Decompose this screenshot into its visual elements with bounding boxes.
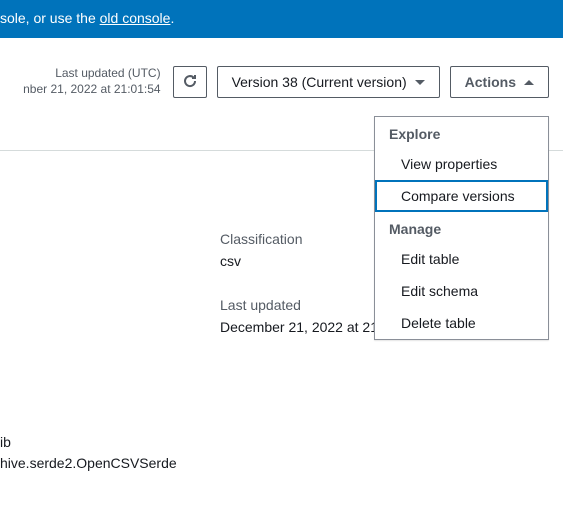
notification-banner: sole, or use the old console. [0, 0, 563, 38]
old-console-link[interactable]: old console [100, 10, 171, 26]
last-updated-label: Last updated (UTC) [23, 66, 160, 82]
version-select-label: Version 38 (Current version) [232, 74, 407, 90]
caret-up-icon [524, 80, 534, 85]
serde-line1: ib [0, 432, 177, 453]
dropdown-item-compare-versions[interactable]: Compare versions [375, 180, 548, 212]
banner-text-suffix: . [170, 10, 174, 26]
dropdown-item-view-properties[interactable]: View properties [375, 148, 548, 180]
dropdown-item-edit-schema[interactable]: Edit schema [375, 275, 548, 307]
dropdown-section-manage: Manage [375, 212, 548, 243]
last-updated-block: Last updated (UTC) nber 21, 2022 at 21:0… [23, 66, 160, 97]
dropdown-item-delete-table[interactable]: Delete table [375, 307, 548, 339]
refresh-icon [182, 73, 198, 92]
version-select-button[interactable]: Version 38 (Current version) [217, 66, 440, 98]
header-toolbar: Last updated (UTC) nber 21, 2022 at 21:0… [0, 38, 563, 108]
caret-down-icon [415, 80, 425, 85]
actions-button[interactable]: Actions [450, 66, 549, 98]
serde-line2: hive.serde2.OpenCSVSerde [0, 453, 177, 474]
refresh-button[interactable] [173, 66, 207, 98]
serde-block: ib hive.serde2.OpenCSVSerde [0, 432, 177, 474]
dropdown-item-edit-table[interactable]: Edit table [375, 243, 548, 275]
last-updated-value: nber 21, 2022 at 21:01:54 [23, 82, 160, 98]
actions-dropdown: Explore View properties Compare versions… [374, 116, 549, 340]
banner-text-prefix: sole, or use the [0, 10, 100, 26]
dropdown-section-explore: Explore [375, 117, 548, 148]
actions-button-label: Actions [465, 74, 516, 90]
